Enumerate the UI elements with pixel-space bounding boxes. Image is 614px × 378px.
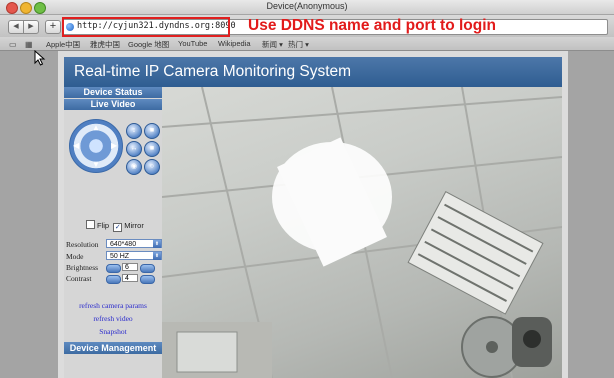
- device-status-link[interactable]: Device Status: [64, 87, 162, 98]
- ptz-joystick[interactable]: ▲ ▼ ◀ ▶: [69, 119, 123, 173]
- forward-button[interactable]: ▶: [23, 20, 39, 34]
- brightness-increase-button[interactable]: [140, 264, 155, 273]
- window-title: Device(Anonymous): [266, 1, 348, 11]
- camera-app: Real-time IP Camera Monitoring System De…: [58, 51, 568, 378]
- add-bookmark-button[interactable]: +: [45, 20, 61, 34]
- reading-list-icon[interactable]: ▭: [9, 40, 17, 49]
- page-title: Real-time IP Camera Monitoring System: [74, 63, 352, 80]
- patrol-horizontal-button[interactable]: ↔: [126, 141, 142, 157]
- select-arrow-icon: ⬍: [153, 252, 161, 260]
- pan-up-icon[interactable]: ▲: [92, 123, 100, 132]
- bookmark-item[interactable]: Apple中国: [46, 39, 80, 50]
- flip-label: Flip: [97, 221, 110, 230]
- io-on-button[interactable]: ◉: [126, 159, 142, 175]
- snapshot-link[interactable]: Snapshot: [64, 327, 162, 336]
- bookmark-item[interactable]: YouTube: [178, 39, 207, 48]
- browser-toolbar: ◀ ▶ + http://cyjun321.dyndns.org:8090 Us…: [0, 15, 614, 37]
- stop-vertical-button[interactable]: ■: [144, 123, 160, 139]
- pan-left-icon[interactable]: ◀: [73, 141, 79, 150]
- bookmark-item[interactable]: Wikipedia: [218, 39, 251, 48]
- resolution-label: Resolution: [66, 240, 99, 249]
- control-sidebar: Device Status Live Video ▲ ▼ ◀ ▶ ↕ ■ ↔ ■…: [64, 87, 162, 378]
- bookmark-item[interactable]: 雅虎中国: [90, 39, 120, 50]
- pan-down-icon[interactable]: ▼: [92, 160, 100, 169]
- camera-image: [162, 87, 562, 378]
- stop-horizontal-button[interactable]: ■: [144, 141, 160, 157]
- mode-select[interactable]: 50 HZ ⬍: [106, 251, 162, 260]
- mode-label: Mode: [66, 252, 84, 261]
- brightness-label: Brightness: [66, 263, 99, 272]
- pan-right-icon[interactable]: ▶: [111, 141, 117, 150]
- mirror-label: Mirror: [124, 221, 144, 230]
- brightness-value: 6: [122, 263, 138, 271]
- live-video-link[interactable]: Live Video: [64, 99, 162, 110]
- brightness-decrease-button[interactable]: [106, 264, 121, 273]
- bookmarks-bar: ▭ ▦ Apple中国 雅虎中国 Google 地图 YouTube Wikip…: [0, 37, 614, 51]
- bookmark-item[interactable]: Google 地图: [128, 39, 169, 50]
- back-button[interactable]: ◀: [8, 20, 24, 34]
- flip-checkbox[interactable]: [86, 220, 95, 229]
- contrast-value: 4: [122, 274, 138, 282]
- refresh-video-link[interactable]: refresh video: [64, 314, 162, 323]
- ddns-annotation: Use DDNS name and port to login: [248, 17, 497, 34]
- select-arrow-icon: ⬍: [153, 240, 161, 248]
- mirror-checkbox[interactable]: ✓: [113, 223, 123, 232]
- patrol-vertical-button[interactable]: ↕: [126, 123, 142, 139]
- flip-mirror-row: Flip ✓ Mirror: [86, 220, 144, 232]
- app-header: Real-time IP Camera Monitoring System: [64, 57, 562, 87]
- refresh-camera-params-link[interactable]: refresh camera params: [64, 301, 162, 310]
- resolution-select[interactable]: 640*480 ⬍: [106, 239, 162, 248]
- bookmark-item[interactable]: 新闻 ▾: [262, 39, 283, 50]
- io-off-button[interactable]: ○: [144, 159, 160, 175]
- resolution-value: 640*480: [110, 241, 137, 248]
- top-sites-icon[interactable]: ▦: [25, 40, 33, 49]
- contrast-label: Contrast: [66, 274, 92, 283]
- contrast-increase-button[interactable]: [140, 275, 155, 284]
- contrast-decrease-button[interactable]: [106, 275, 121, 284]
- bookmark-item[interactable]: 热门 ▾: [288, 39, 309, 50]
- device-management-link[interactable]: Device Management: [64, 342, 162, 354]
- url-highlight-box: [62, 17, 230, 37]
- web-page: Real-time IP Camera Monitoring System De…: [0, 51, 614, 378]
- mouse-cursor-icon: [34, 50, 46, 66]
- mode-value: 50 HZ: [110, 253, 130, 260]
- live-video-feed[interactable]: [162, 87, 562, 378]
- window-titlebar: Device(Anonymous): [0, 0, 614, 15]
